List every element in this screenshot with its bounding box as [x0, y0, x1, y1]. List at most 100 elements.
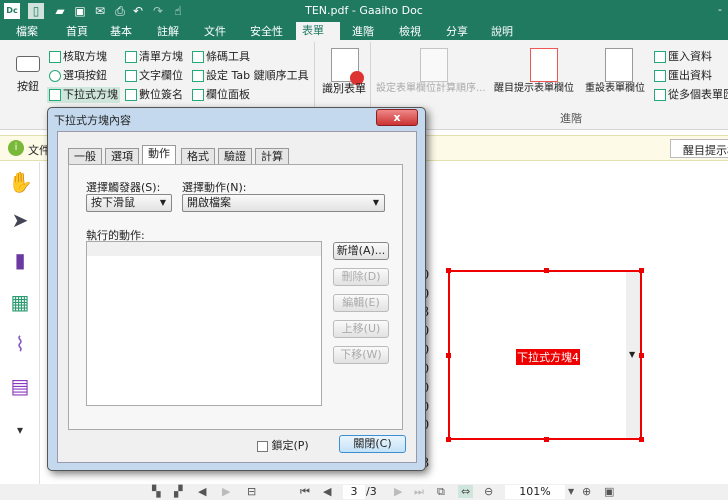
highlight-fields-infobar-button[interactable]: 醒目提示欄	[670, 139, 728, 158]
import-icon	[654, 51, 666, 63]
actions-tab-content: 選擇觸發器(S): 按下滑鼠 ▼ 選擇動作(N): 開啟檔案 ▼ 執行的動作: 新增…	[68, 164, 403, 430]
tab-comment[interactable]: 註解	[151, 24, 185, 40]
action-select[interactable]: 開啟檔案 ▼	[182, 194, 385, 212]
merge-icon	[654, 89, 666, 101]
zoom-dropdown-icon[interactable]: ▼	[568, 487, 574, 496]
label: 從多個表單匯	[668, 88, 728, 101]
select-arrow-icon[interactable]: ➤	[8, 208, 32, 232]
zoom-in-icon[interactable]: ⊕	[582, 485, 591, 498]
tab-general[interactable]: 一般	[68, 148, 102, 165]
reset-fields-icon	[605, 48, 633, 82]
checkbox-tool[interactable]: 核取方塊	[49, 50, 107, 64]
reset-fields-button[interactable]: 重設表單欄位	[585, 82, 645, 96]
tab-format[interactable]: 格式	[181, 148, 215, 165]
tab-actions[interactable]: 動作	[142, 145, 176, 166]
radio-tool[interactable]: 選項按鈕	[49, 69, 107, 83]
actions-list[interactable]	[86, 241, 322, 406]
next-page-icon[interactable]: ▶	[394, 485, 402, 498]
add-action-button[interactable]: 新增(A)...	[333, 242, 389, 260]
tab-security[interactable]: 安全性	[244, 24, 289, 40]
resize-handle[interactable]	[544, 268, 549, 273]
button-tool[interactable]: 按鈕	[17, 80, 39, 94]
fit-page-icon[interactable]: ⧉	[437, 485, 445, 499]
page-tool-icon[interactable]: ▞	[174, 485, 182, 498]
back-icon[interactable]: ◀	[198, 485, 206, 498]
lock-label: 鎖定(P)	[271, 439, 309, 452]
move-up-button[interactable]: 上移(U)	[333, 320, 389, 338]
tab-advanced[interactable]: 進階	[346, 24, 380, 40]
tab-document[interactable]: 文件	[198, 24, 232, 40]
lock-checkbox[interactable]: 鎖定(P)	[257, 437, 309, 453]
fit-width-icon[interactable]: ⇔	[458, 485, 474, 498]
hand-icon[interactable]: ✋	[8, 170, 33, 194]
menu-tabs: 檔案 首頁 基本 註解 文件 安全性 表單 進階 檢視 分享 說明	[0, 22, 728, 40]
resize-handle[interactable]	[639, 353, 644, 358]
tab-view[interactable]: 檢視	[393, 24, 427, 40]
minimize-button[interactable]: -	[718, 3, 722, 16]
page-tool-icon[interactable]: ▚	[152, 485, 160, 498]
fullscreen-icon[interactable]: ▣	[604, 485, 614, 498]
textfield-tool[interactable]: 文字欄位	[125, 69, 183, 83]
prev-page-icon[interactable]: ◀	[323, 485, 331, 498]
zoom-out-icon[interactable]: ⊖	[484, 485, 493, 498]
barcode-tool[interactable]: 條碼工具	[192, 50, 250, 64]
tab-calculate[interactable]: 計算	[255, 148, 289, 165]
resize-handle[interactable]	[446, 268, 451, 273]
resize-handle[interactable]	[639, 268, 644, 273]
tab-help[interactable]: 說明	[485, 24, 519, 40]
delete-action-button[interactable]: 刪除(D)	[333, 268, 389, 286]
merge-forms-button[interactable]: 從多個表單匯	[654, 88, 728, 102]
dropdown-form-field[interactable]: ▼ 下拉式方塊4	[446, 268, 644, 442]
expand-sidebar-icon[interactable]: ▾	[8, 418, 32, 442]
forward-icon[interactable]: ▶	[222, 485, 230, 498]
resize-handle[interactable]	[639, 437, 644, 442]
action-label: 選擇動作(N):	[182, 181, 247, 194]
highlight-fields-icon	[530, 48, 558, 82]
tab-file[interactable]: 檔案	[10, 24, 44, 40]
bookmark-icon[interactable]: ▮	[8, 248, 32, 272]
first-page-icon[interactable]: ⏮	[300, 485, 310, 499]
tab-basic[interactable]: 基本	[104, 24, 138, 40]
label: 數位簽名	[139, 88, 183, 101]
export-data-button[interactable]: 匯出資料	[654, 69, 712, 83]
label: 欄位面板	[206, 88, 250, 101]
tab-validate[interactable]: 驗證	[218, 148, 252, 165]
tab-forms[interactable]: 表單	[296, 22, 340, 40]
signature-tool[interactable]: 數位簽名	[125, 88, 183, 102]
close-dialog-button[interactable]: 關閉(C)	[339, 435, 406, 453]
radio-icon	[49, 70, 61, 82]
dropdown-tool[interactable]: 下拉式方塊	[47, 87, 120, 103]
resize-handle[interactable]	[446, 353, 451, 358]
tab-options[interactable]: 選項	[105, 148, 139, 165]
last-page-icon[interactable]: ⏭	[414, 485, 424, 499]
move-down-button[interactable]: 下移(W)	[333, 346, 389, 364]
highlight-fields-button[interactable]: 醒目提示表單欄位	[494, 82, 574, 96]
label: 核取方塊	[63, 50, 107, 63]
label: 清單方塊	[139, 50, 183, 63]
checkbox-icon	[257, 440, 268, 452]
tab-order-tool[interactable]: 設定 Tab 鍵順序工具	[192, 69, 309, 83]
dialog-close-button[interactable]: x	[376, 109, 418, 126]
calc-order-button[interactable]: 設定表單欄位計算順序...	[376, 82, 486, 96]
thumbnails-icon[interactable]: ▦	[8, 290, 32, 314]
identify-form-button[interactable]: 識別表單	[322, 82, 366, 96]
chevron-down-icon: ▼	[159, 198, 166, 207]
resize-handle[interactable]	[446, 437, 451, 442]
edit-action-button[interactable]: 編輯(E)	[333, 294, 389, 312]
resize-handle[interactable]	[544, 437, 549, 442]
zoom-input[interactable]: 101%	[505, 485, 565, 499]
listbox-tool[interactable]: 清單方塊	[125, 50, 183, 64]
attachment-icon[interactable]: ⌇	[8, 332, 32, 356]
bottom-toolbar: ▚ ▞ ◀ ▶ ⊟ ⏮ ◀ 3 /3 ▶ ⏭ ⧉ ⇔ ⊖ 101% ▼ ⊕ ▣	[0, 484, 728, 500]
field-panel-icon	[192, 89, 204, 101]
dropdown-field-button[interactable]: ▼	[626, 272, 640, 438]
signature-icon	[125, 89, 137, 101]
comments-icon[interactable]: ▤	[8, 374, 32, 398]
page-layout-icon[interactable]: ⊟	[247, 485, 256, 498]
page-number-input[interactable]: 3	[343, 485, 365, 499]
import-data-button[interactable]: 匯入資料	[654, 50, 712, 64]
field-panel-tool[interactable]: 欄位面板	[192, 88, 250, 102]
tab-home[interactable]: 首頁	[60, 24, 94, 40]
tab-share[interactable]: 分享	[440, 24, 474, 40]
trigger-select[interactable]: 按下滑鼠 ▼	[86, 194, 172, 212]
